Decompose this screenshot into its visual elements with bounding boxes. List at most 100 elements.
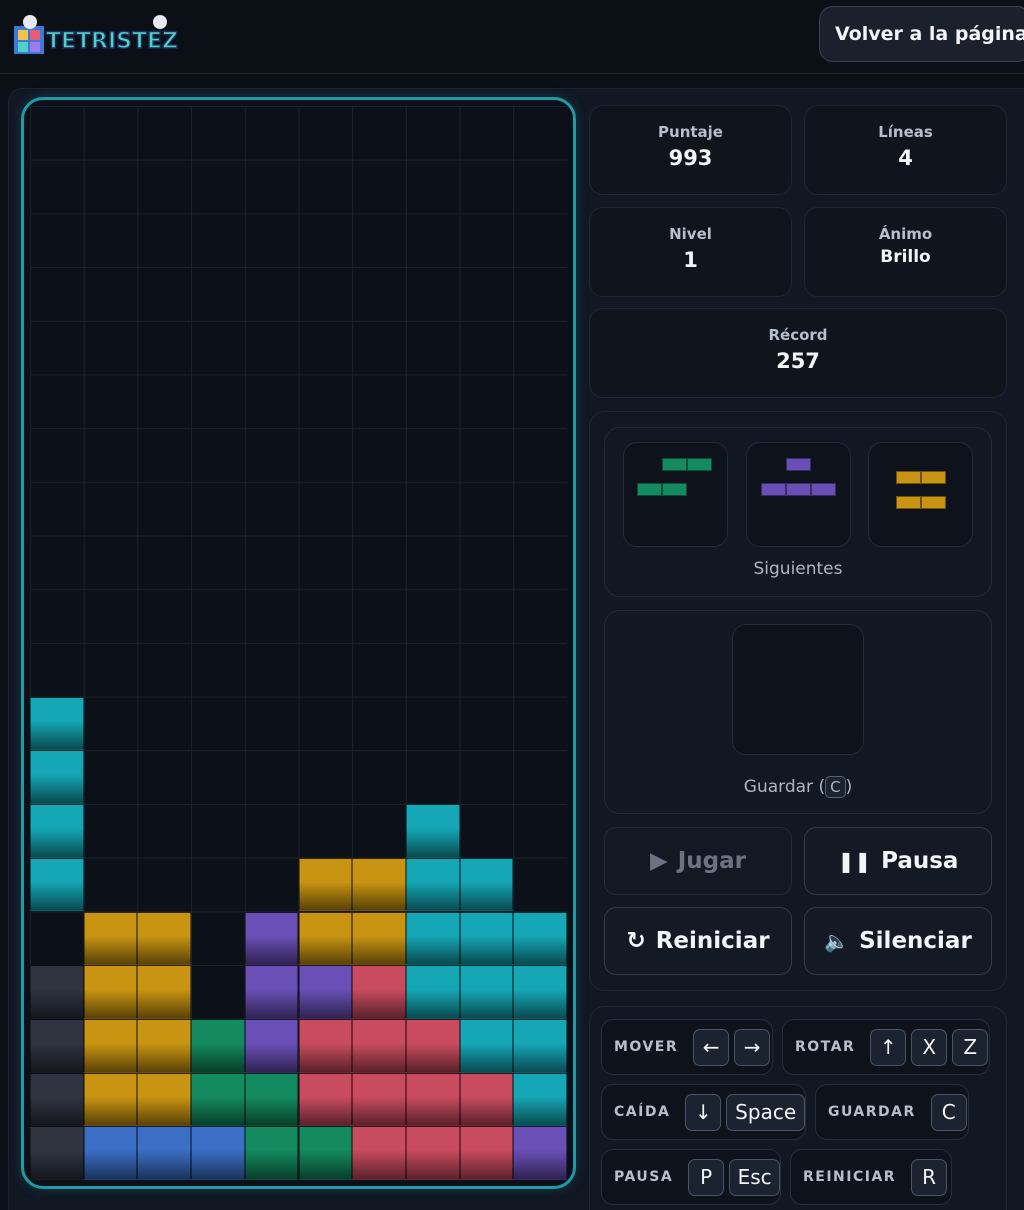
board-cell bbox=[244, 1126, 299, 1180]
board-cell bbox=[244, 911, 299, 966]
board-cell bbox=[352, 1072, 406, 1127]
lines-label: Líneas bbox=[878, 123, 933, 141]
hold-label-suffix: ) bbox=[845, 777, 853, 797]
board-cell bbox=[191, 1072, 245, 1127]
next-piece-2 bbox=[746, 442, 851, 547]
hold-label-text: Guardar ( bbox=[743, 777, 826, 797]
board-cell bbox=[405, 1018, 460, 1073]
board-cell bbox=[459, 965, 514, 1019]
play-label: Jugar bbox=[677, 848, 746, 874]
key-left-arrow: ← bbox=[693, 1028, 730, 1066]
control-drop: CAÍDA ↓ Space bbox=[601, 1084, 806, 1140]
control-pause: PAUSA P Esc bbox=[601, 1149, 781, 1205]
board-cell bbox=[352, 1126, 406, 1180]
board-cell bbox=[459, 1018, 514, 1073]
board-cell bbox=[30, 1072, 84, 1127]
board-cell bbox=[244, 965, 299, 1019]
board-cell bbox=[137, 1072, 192, 1127]
lines-card: Líneas 4 bbox=[804, 105, 1007, 195]
back-to-page-button[interactable]: Volver a la página bbox=[819, 6, 1024, 62]
board-cell bbox=[83, 911, 138, 966]
mood-label: Ánimo bbox=[878, 225, 933, 243]
logo-text: TETRISTEZA bbox=[46, 29, 178, 54]
board-cell bbox=[405, 1072, 460, 1127]
board-cell bbox=[405, 1126, 460, 1180]
board-cell bbox=[244, 1072, 299, 1127]
board-cell bbox=[244, 1018, 299, 1073]
hold-slot bbox=[732, 624, 864, 755]
restart-control-label: REINICIAR bbox=[803, 1169, 897, 1185]
board-cell bbox=[298, 1072, 353, 1127]
restart-icon: ↻ bbox=[626, 928, 646, 954]
board-cell bbox=[405, 911, 460, 966]
play-button[interactable]: ▶ Jugar bbox=[604, 827, 792, 895]
control-rotate: ROTAR ↑ X Z bbox=[782, 1019, 990, 1075]
lines-value: 4 bbox=[898, 146, 913, 170]
board-cell bbox=[352, 857, 406, 912]
board-cell bbox=[513, 1126, 567, 1180]
level-label: Nivel bbox=[669, 225, 712, 243]
key-r: R bbox=[911, 1158, 948, 1196]
board-cell bbox=[30, 750, 84, 805]
board-cell bbox=[513, 1072, 567, 1127]
board-cell bbox=[83, 1126, 138, 1180]
key-x: X bbox=[911, 1028, 948, 1066]
key-up-arrow: ↑ bbox=[870, 1028, 907, 1066]
board-cell bbox=[83, 965, 138, 1019]
control-hold: GUARDAR C bbox=[815, 1084, 969, 1140]
header: TETRISTEZA Volver a la página bbox=[0, 0, 1024, 74]
record-value: 257 bbox=[776, 349, 820, 373]
board-cell bbox=[30, 965, 84, 1019]
board-cell bbox=[513, 911, 567, 966]
mute-button[interactable]: 🔈 Silenciar bbox=[804, 907, 992, 975]
board-cell bbox=[30, 696, 84, 751]
score-value: 993 bbox=[668, 146, 713, 170]
mute-label: Silenciar bbox=[859, 928, 972, 954]
key-space: Space bbox=[726, 1093, 805, 1131]
board-cell bbox=[298, 911, 353, 966]
pause-control-label: PAUSA bbox=[614, 1169, 674, 1185]
key-c: C bbox=[930, 1093, 967, 1131]
board-cell bbox=[459, 911, 514, 966]
board-cell bbox=[137, 911, 192, 966]
board-cell bbox=[83, 1072, 138, 1127]
pause-label: Pausa bbox=[881, 848, 959, 874]
drop-label: CAÍDA bbox=[614, 1104, 671, 1120]
board-cell bbox=[191, 1018, 245, 1073]
key-z: Z bbox=[952, 1028, 989, 1066]
board-cell bbox=[298, 1126, 353, 1180]
board-cell bbox=[191, 1126, 245, 1180]
board-cell bbox=[137, 1126, 192, 1180]
pause-icon: ❚❚ bbox=[837, 849, 872, 873]
board-cell bbox=[83, 1018, 138, 1073]
hold-label: Guardar (C) bbox=[604, 776, 992, 798]
board-cell bbox=[137, 965, 192, 1019]
board-cell bbox=[513, 965, 567, 1019]
level-value: 1 bbox=[683, 248, 698, 272]
board-cell bbox=[405, 857, 460, 912]
board-cell bbox=[298, 1018, 353, 1073]
speaker-icon: 🔈 bbox=[824, 929, 850, 953]
board-cell bbox=[405, 804, 460, 858]
game-board[interactable] bbox=[30, 106, 567, 1180]
hold-control-label: GUARDAR bbox=[828, 1104, 916, 1120]
move-label: MOVER bbox=[614, 1039, 679, 1055]
hold-key: C bbox=[825, 776, 846, 798]
record-card: Récord 257 bbox=[589, 308, 1007, 398]
board-cell bbox=[30, 1126, 84, 1180]
restart-label: Reiniciar bbox=[655, 928, 770, 954]
level-card: Nivel 1 bbox=[589, 207, 792, 297]
next-label: Siguientes bbox=[753, 559, 843, 579]
pause-button[interactable]: ❚❚ Pausa bbox=[804, 827, 992, 895]
board-cell bbox=[459, 1126, 514, 1180]
restart-button[interactable]: ↻ Reiniciar bbox=[604, 907, 792, 975]
board-cell bbox=[352, 911, 406, 966]
key-p: P bbox=[688, 1158, 725, 1196]
control-restart: REINICIAR R bbox=[790, 1149, 952, 1205]
board-cell bbox=[459, 1072, 514, 1127]
score-card: Puntaje 993 bbox=[589, 105, 792, 195]
control-move: MOVER ← → bbox=[601, 1019, 773, 1075]
board-cell bbox=[298, 857, 353, 912]
record-label: Récord bbox=[768, 326, 828, 344]
logo[interactable]: TETRISTEZA bbox=[10, 12, 196, 58]
